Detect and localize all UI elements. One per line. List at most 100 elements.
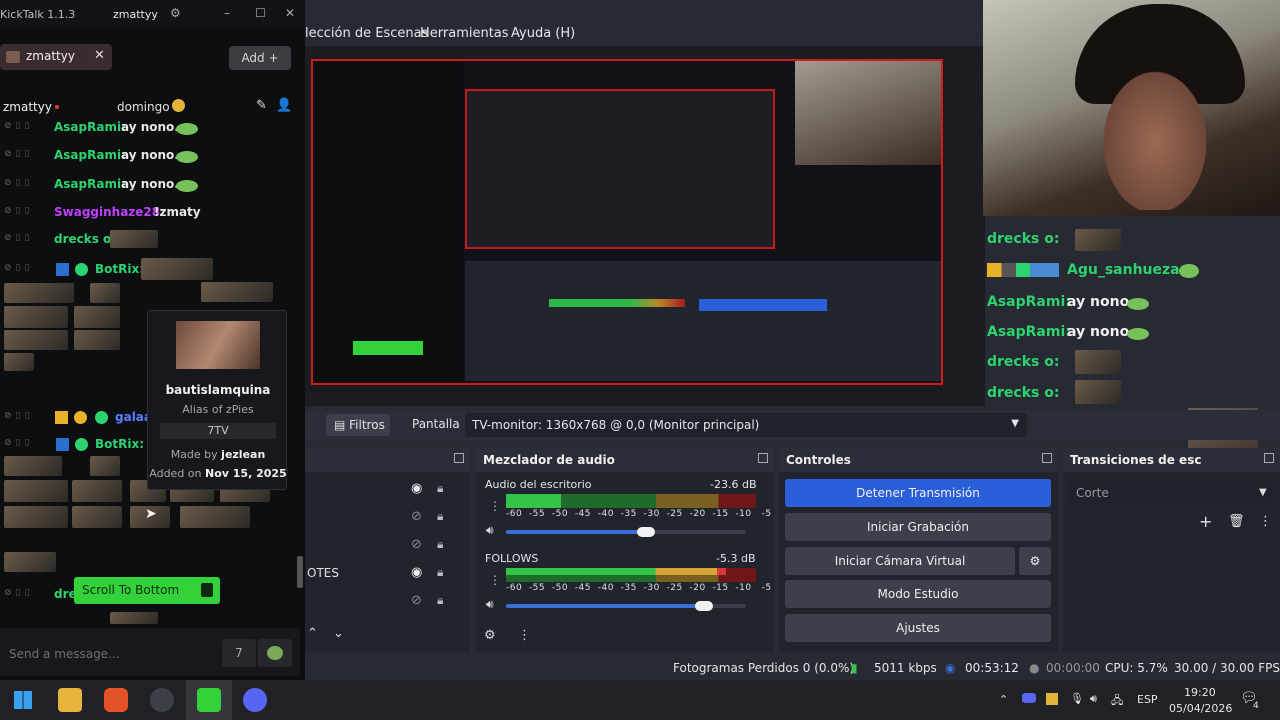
eye-hidden-icon[interactable]: ⊘ xyxy=(411,593,422,608)
chevron-down-icon: ▼ xyxy=(1011,418,1019,429)
channel-tab[interactable]: zmattyy ✕ xyxy=(0,44,112,70)
settings-button[interactable]: Ajustes xyxy=(785,614,1051,642)
file-explorer-icon[interactable] xyxy=(58,688,82,712)
float-icon[interactable] xyxy=(758,453,768,463)
chevron-up-icon[interactable]: ⌃ xyxy=(999,693,1008,706)
minimize-icon[interactable]: – xyxy=(224,6,230,20)
eye-hidden-icon[interactable]: ⊘ xyxy=(411,537,422,552)
chat-username[interactable]: AsapRami: xyxy=(54,120,126,134)
source-item-label[interactable]: OTES xyxy=(307,566,339,580)
clock-time[interactable]: 19:20 xyxy=(1184,686,1216,699)
mod-actions-icon[interactable]: ⊘▯▯ xyxy=(4,149,33,159)
scroll-to-bottom-button[interactable]: Scroll To Bottom xyxy=(74,577,220,604)
transition-select[interactable]: Corte ▼ xyxy=(1069,480,1273,506)
kebab-icon[interactable]: ⋮ xyxy=(489,499,501,513)
chat-message[interactable]: ⊘▯▯ drecks o: xyxy=(0,230,300,250)
chat-scrollbar[interactable] xyxy=(297,556,303,588)
gear-icon[interactable]: ⚙ xyxy=(484,628,496,643)
overlay-text: ay nono. xyxy=(1067,294,1135,310)
mod-actions-icon[interactable]: ⊘▯▯ xyxy=(4,233,33,243)
chat-username[interactable]: AsapRami: xyxy=(54,148,126,162)
7tv-emote-button[interactable]: 7 xyxy=(222,639,256,667)
nested-dock xyxy=(465,261,941,381)
chat-username[interactable]: BotRix: xyxy=(95,437,144,451)
add-channel-button[interactable]: Add + xyxy=(229,46,291,70)
volume-knob[interactable] xyxy=(695,601,713,611)
speaker-icon[interactable]: 🔊︎ xyxy=(486,523,494,538)
menu-scene-collection[interactable]: lección de Escenas xyxy=(305,26,428,41)
mod-actions-icon[interactable]: ⊘▯▯ xyxy=(4,206,33,216)
discord-tray-icon[interactable] xyxy=(1022,693,1036,703)
user-icon[interactable]: 👤 xyxy=(276,98,292,113)
language-indicator[interactable]: ESP xyxy=(1137,693,1158,706)
mod-actions-icon[interactable]: ⊘▯▯ xyxy=(4,121,33,131)
tray-app-icon[interactable] xyxy=(1046,693,1058,705)
emote[interactable] xyxy=(110,230,158,248)
microphone-icon[interactable]: 🎙︎ xyxy=(1070,692,1084,705)
emote[interactable] xyxy=(176,151,198,163)
mod-actions-icon[interactable]: ⊘▯▯ xyxy=(4,178,33,188)
emote[interactable] xyxy=(176,180,198,192)
start-virtual-cam-button[interactable]: Iniciar Cámara Virtual xyxy=(785,547,1015,575)
close-tab-icon[interactable]: ✕ xyxy=(94,48,105,63)
kebab-icon[interactable]: ⋮ xyxy=(489,573,501,587)
kebab-icon[interactable]: ⋮ xyxy=(518,628,531,643)
eye-hidden-icon[interactable]: ⊘ xyxy=(411,509,422,524)
chat-message[interactable]: ⊘▯▯ Swagginhaze28: !zmaty xyxy=(0,203,300,223)
trash-icon[interactable]: 🗑︎ xyxy=(1228,514,1245,529)
kebab-icon[interactable]: ⋮ xyxy=(1259,514,1272,529)
chat-message[interactable]: ⊘▯▯ AsapRami: ay nono. xyxy=(0,175,300,195)
overlay-username: drecks o: xyxy=(987,231,1060,247)
obs-icon[interactable] xyxy=(150,688,174,712)
emote[interactable] xyxy=(176,123,198,135)
arrow-up-icon[interactable]: ⌃ xyxy=(307,626,318,641)
menu-tools[interactable]: Herramientas xyxy=(420,26,509,41)
kicktalk-icon[interactable] xyxy=(197,688,221,712)
obs-preview[interactable] xyxy=(311,59,943,385)
add-icon[interactable]: + xyxy=(1199,512,1212,531)
emote-tooltip: bautislamquina Alias of zPies 7TV Made b… xyxy=(147,310,287,490)
kicktalk-titlebar: KickTalk 1.1.3 zmattyy ⚙ – ☐ ✕ xyxy=(0,0,305,28)
eye-icon[interactable]: ◉ xyxy=(411,565,422,580)
pin-icon[interactable]: ✎ xyxy=(256,98,267,113)
kick-emote-button[interactable] xyxy=(258,639,292,667)
float-icon[interactable] xyxy=(454,453,464,463)
discord-icon[interactable] xyxy=(243,688,267,712)
volume-knob[interactable] xyxy=(637,527,655,537)
stop-stream-button[interactable]: Detener Transmisión xyxy=(785,479,1051,507)
arrow-down-icon[interactable]: ⌄ xyxy=(333,626,344,641)
chat-message[interactable]: ⊘▯▯ AsapRami: ay nono. xyxy=(0,118,300,138)
speaker-icon[interactable]: 🔊︎ xyxy=(486,597,494,612)
eye-icon[interactable]: ◉ xyxy=(411,481,422,496)
virtual-cam-settings-button[interactable]: ⚙ xyxy=(1019,547,1051,575)
menu-help[interactable]: Ayuda (H) xyxy=(511,26,575,41)
clock-date[interactable]: 05/04/2026 xyxy=(1169,702,1232,715)
lock-icon[interactable]: 🔒︎ xyxy=(437,509,443,524)
chat-username[interactable]: AsapRami: xyxy=(54,177,126,191)
float-icon[interactable] xyxy=(1042,453,1052,463)
monitor-select[interactable]: TV-monitor: 1360x768 @ 0,0 (Monitor prin… xyxy=(465,413,1027,437)
start-icon[interactable] xyxy=(14,691,32,709)
mod-actions-icon[interactable]: ⊘▯▯ xyxy=(4,588,33,598)
brave-browser-icon[interactable] xyxy=(104,688,128,712)
mod-actions-icon[interactable]: ⊘▯▯ xyxy=(4,411,33,421)
start-recording-button[interactable]: Iniciar Grabación xyxy=(785,513,1051,541)
filters-button[interactable]: ▤ Filtros xyxy=(326,414,390,436)
network-icon[interactable]: 🖧︎ xyxy=(1111,692,1123,711)
mod-actions-icon[interactable]: ⊘▯▯ xyxy=(4,438,33,448)
lock-icon[interactable]: 🔒︎ xyxy=(437,565,443,580)
chat-username[interactable]: Swagginhaze28: xyxy=(54,205,165,219)
settings-icon[interactable]: ⚙ xyxy=(170,6,181,20)
chat-username[interactable]: drecks o: xyxy=(54,232,116,246)
close-icon[interactable]: ✕ xyxy=(285,6,295,20)
lock-icon[interactable]: 🔒︎ xyxy=(437,593,443,608)
studio-mode-button[interactable]: Modo Estudio xyxy=(785,580,1051,608)
volume-icon[interactable]: 🔊︎ xyxy=(1090,692,1097,706)
chat-message[interactable]: ⊘▯▯ AsapRami: ay nono. xyxy=(0,146,300,166)
message-input[interactable]: Send a message... xyxy=(9,647,120,661)
lock-icon[interactable]: 🔒︎ xyxy=(437,537,443,552)
lock-icon[interactable]: 🔒︎ xyxy=(437,481,443,496)
maximize-icon[interactable]: ☐ xyxy=(255,6,266,20)
emote[interactable] xyxy=(110,612,158,624)
float-icon[interactable] xyxy=(1264,453,1274,463)
